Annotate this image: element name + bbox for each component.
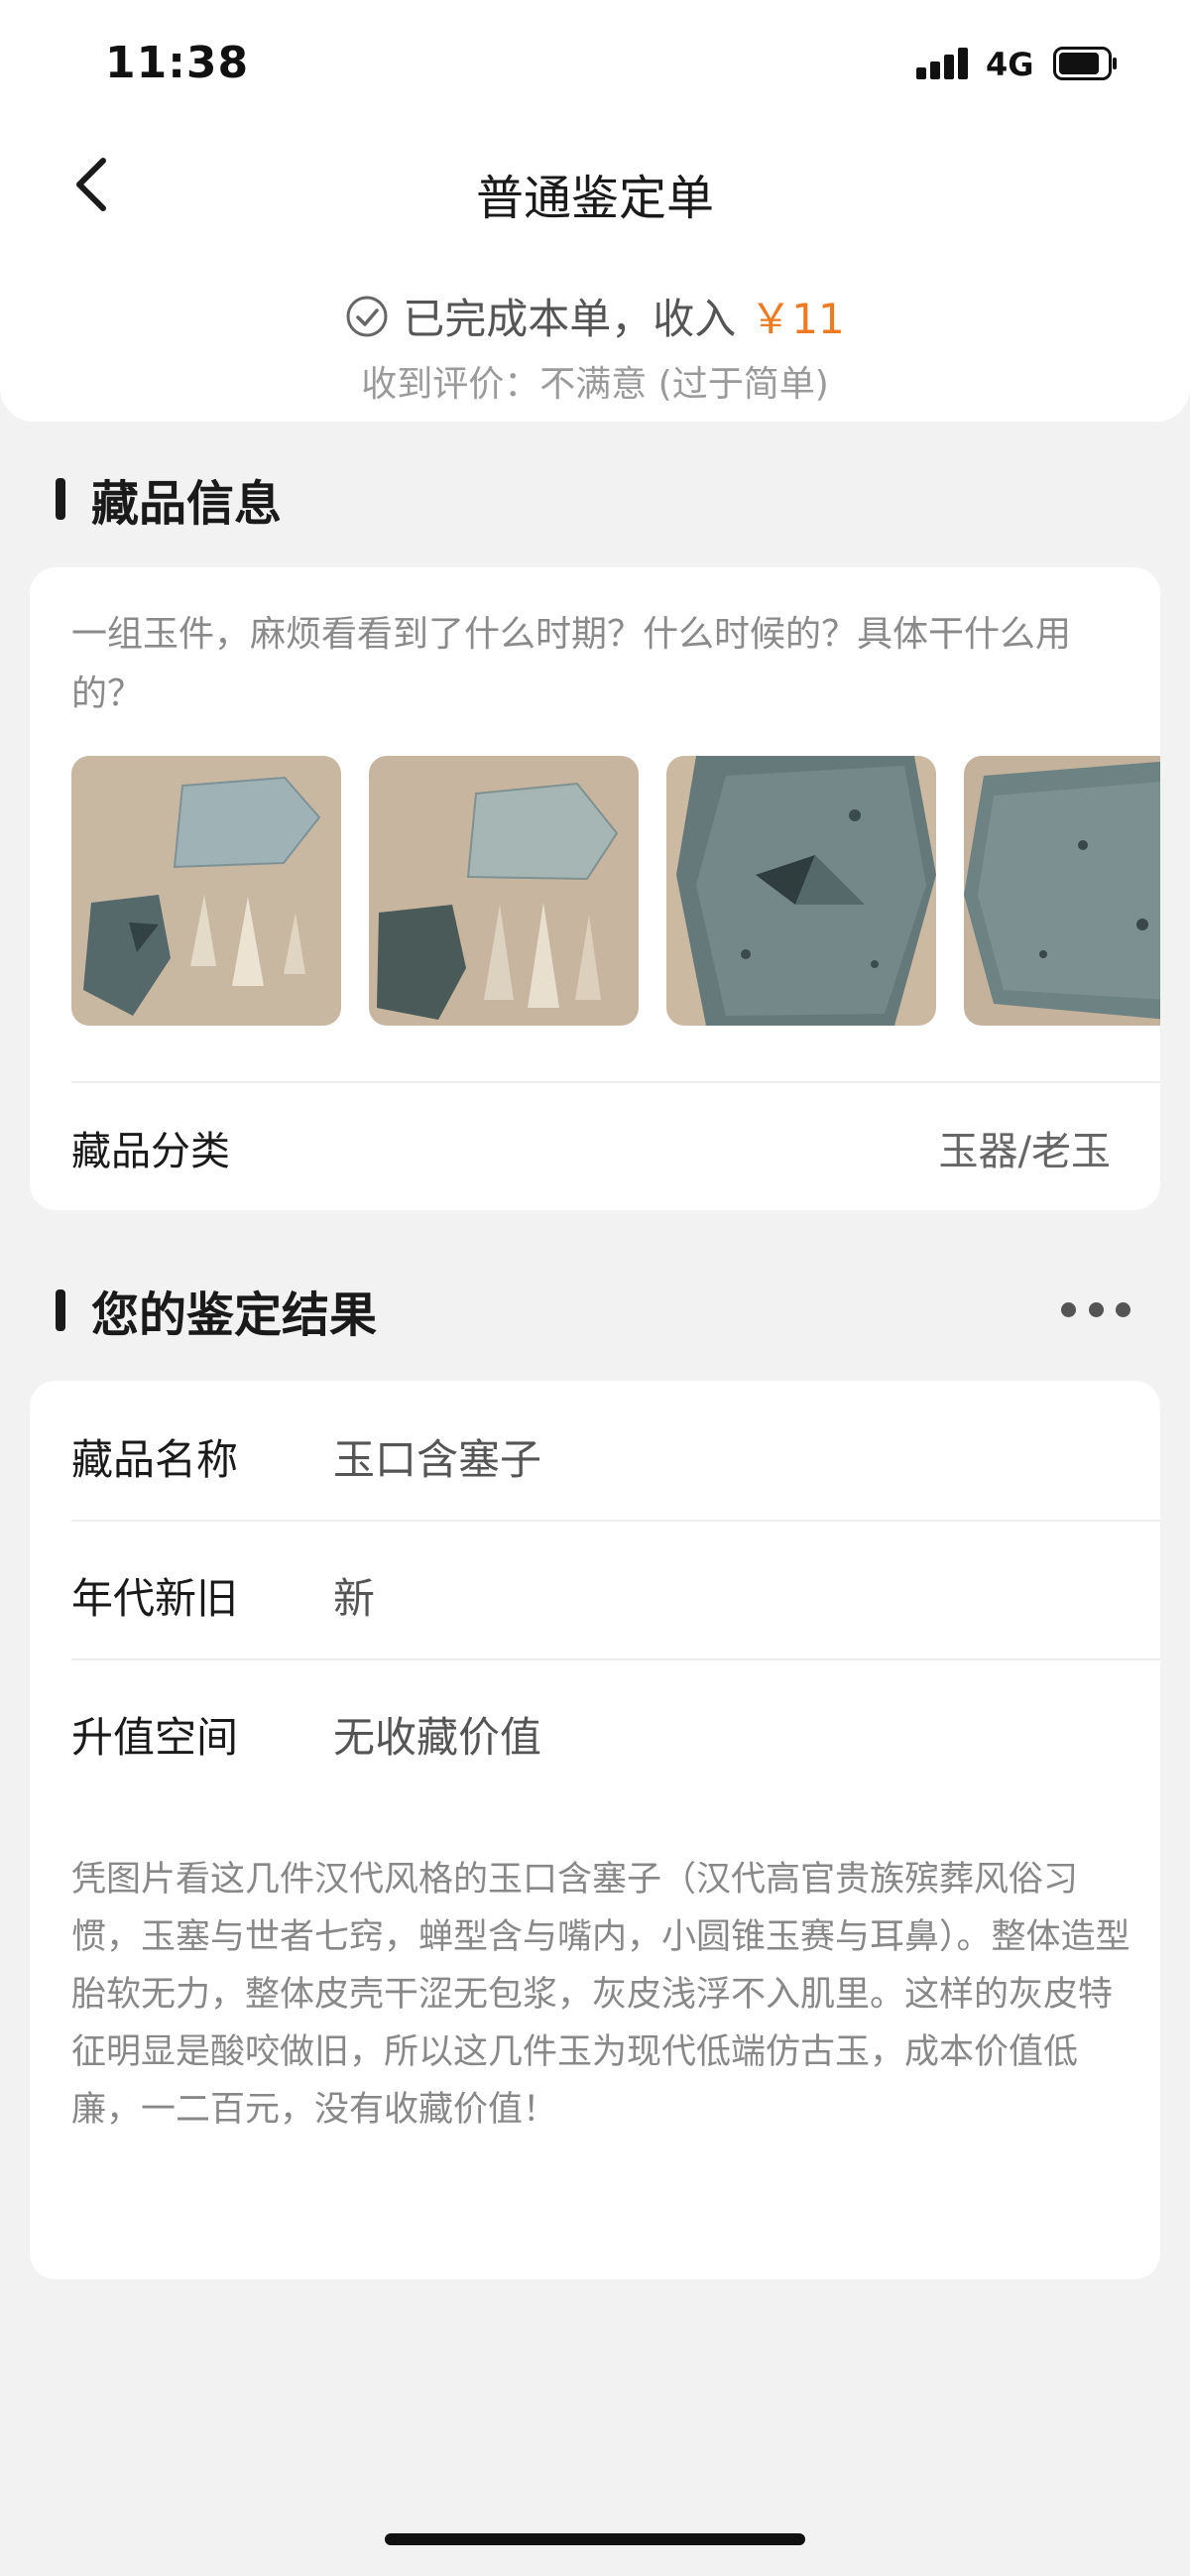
divider	[71, 1658, 1160, 1660]
result-row-value: 新	[333, 1574, 376, 1623]
check-circle-icon	[346, 296, 388, 336]
section-heading-result: 您的鉴定结果	[56, 1276, 377, 1345]
heading-bar	[56, 1289, 65, 1331]
heading-bar	[56, 478, 65, 520]
result-row-label: 升值空间	[71, 1713, 239, 1762]
status-time: 11:38	[105, 38, 250, 88]
appraisal-comment: 凭图片看这几件汉代风格的玉口含塞子（汉代高官贵族殡葬风俗习惯，玉塞与世者七窍，蝉…	[71, 1860, 1130, 2130]
photo-thumbnail-4[interactable]	[964, 756, 1160, 1026]
section-title: 藏品信息	[91, 476, 283, 532]
category-label: 藏品分类	[71, 1129, 230, 1174]
network-label: 4G	[986, 46, 1034, 83]
signal-icon	[916, 48, 970, 79]
collection-question: 一组玉件，麻烦看看到了什么时期？什么时候的？具体干什么用的？	[71, 614, 1072, 714]
jade-set-photo	[71, 756, 341, 1026]
home-indicator	[385, 2533, 805, 2545]
divider	[71, 1520, 1160, 1522]
rating-text: 收到评价：不满意 (过于简单)	[361, 364, 829, 405]
photo-thumbnail-1[interactable]	[71, 756, 341, 1026]
jade-closeup-photo	[666, 756, 936, 1026]
page-title: 普通鉴定单	[475, 171, 714, 226]
result-row-value: 无收藏价值	[333, 1713, 542, 1762]
more-options-button[interactable]	[1061, 1289, 1130, 1329]
order-status: 已完成本单，收入 ￥11	[0, 286, 1190, 346]
section-title: 您的鉴定结果	[91, 1288, 378, 1343]
navigation-bar: 普通鉴定单	[0, 139, 1190, 238]
category-value: 玉器/老玉	[938, 1129, 1111, 1174]
result-row-value: 玉口含塞子	[333, 1435, 542, 1484]
more-dot	[1061, 1301, 1076, 1317]
more-dot	[1088, 1301, 1104, 1317]
result-row-label: 藏品名称	[71, 1435, 239, 1484]
result-card: 藏品名称 玉口含塞子 年代新旧 新 升值空间 无收藏价值 凭图片看这几件汉代风格…	[30, 1381, 1160, 2279]
jade-set-photo	[369, 756, 639, 1026]
battery-icon	[1053, 47, 1117, 80]
photo-thumbnail-3[interactable]	[666, 756, 936, 1026]
jade-closeup-photo	[964, 756, 1160, 1026]
collection-card: 一组玉件，麻烦看看到了什么时期？什么时候的？具体干什么用的？ 藏品分类 玉器/老…	[30, 567, 1160, 1210]
result-row-label: 年代新旧	[71, 1574, 239, 1623]
photo-thumbnail-2[interactable]	[369, 756, 639, 1026]
more-dot	[1116, 1301, 1130, 1317]
status-bar: 11:38 4G	[0, 0, 1190, 129]
divider	[71, 1081, 1160, 1083]
section-heading-collection: 藏品信息	[56, 464, 282, 534]
income-amount: ￥11	[750, 295, 845, 343]
status-text: 已完成本单，收入	[403, 295, 737, 343]
